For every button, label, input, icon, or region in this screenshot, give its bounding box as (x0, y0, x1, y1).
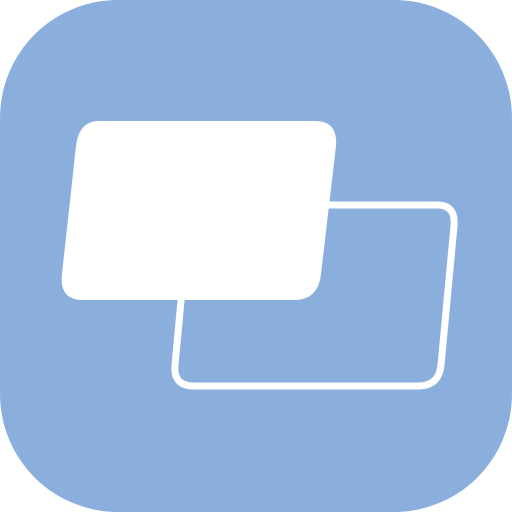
overlapping-windows-icon (0, 0, 512, 512)
app-icon[interactable] (0, 0, 512, 512)
front-window-filled (61, 121, 337, 300)
